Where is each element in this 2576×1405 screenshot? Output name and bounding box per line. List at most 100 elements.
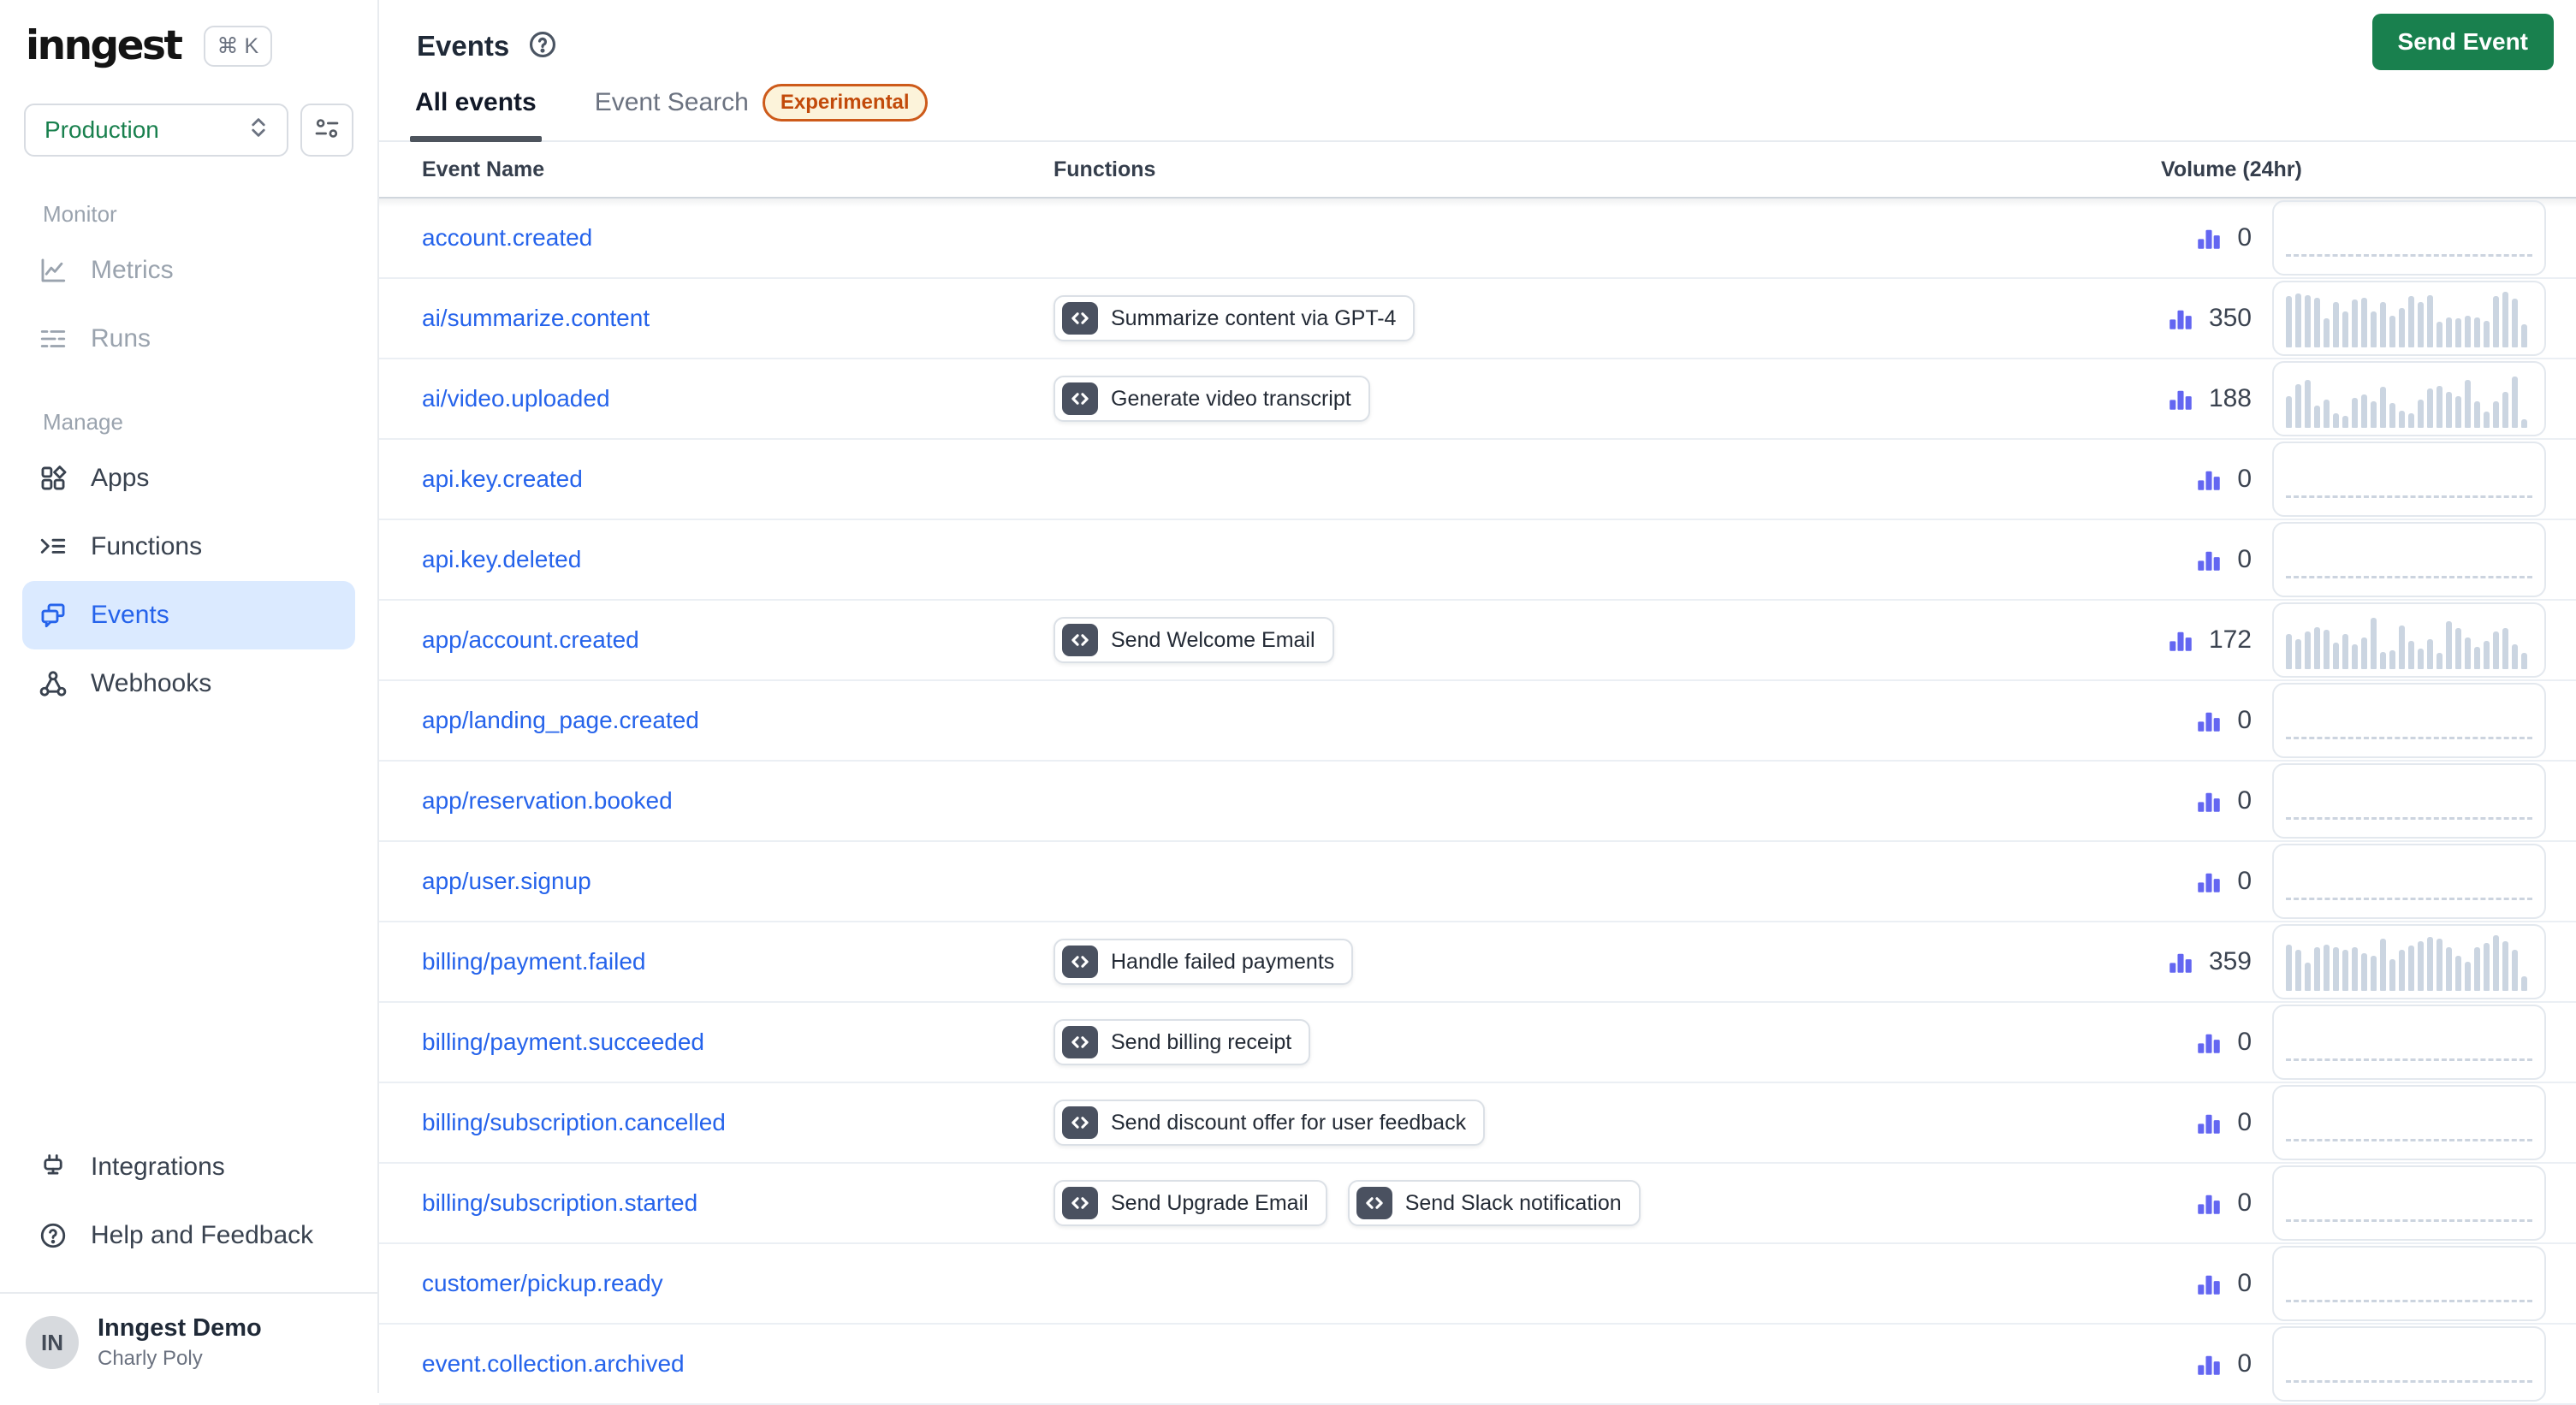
- sidebar-item-label: Runs: [91, 324, 151, 353]
- environment-settings-button[interactable]: [300, 104, 353, 157]
- event-name-link[interactable]: account.created: [422, 224, 592, 251]
- volume-count: 0: [2237, 545, 2252, 574]
- function-pill-label: Send Welcome Email: [1111, 628, 1315, 653]
- help-circle-icon: [38, 1221, 68, 1250]
- volume-sparkline: [2272, 281, 2546, 356]
- volume-count: 188: [2209, 384, 2252, 413]
- table-row: billing/subscription.cancelled Send disco…: [379, 1083, 2576, 1164]
- apps-icon: [38, 464, 68, 493]
- volume-sparkline: [2272, 522, 2546, 597]
- runs-icon: [38, 324, 68, 353]
- event-name-link[interactable]: app/account.created: [422, 626, 639, 653]
- sidebar-item-events[interactable]: Events: [22, 581, 355, 649]
- bar-chart-icon: [2194, 1269, 2223, 1298]
- event-name-link[interactable]: billing/payment.failed: [422, 948, 646, 975]
- function-pill[interactable]: Send discount offer for user feedback: [1054, 1100, 1485, 1146]
- volume-count: 172: [2209, 625, 2252, 655]
- volume-sparkline: [2272, 1246, 2546, 1321]
- function-pill-label: Send billing receipt: [1111, 1030, 1291, 1055]
- help-circle-icon[interactable]: [526, 28, 559, 65]
- volume-count: 0: [2237, 1108, 2252, 1137]
- table-row: billing/payment.failed Handle failed paym…: [379, 922, 2576, 1003]
- avatar: IN: [26, 1316, 79, 1369]
- bar-chart-icon: [2194, 867, 2223, 896]
- volume-sparkline: [2272, 1326, 2546, 1402]
- volume-count: 0: [2237, 867, 2252, 896]
- function-pill[interactable]: Generate video transcript: [1054, 376, 1370, 422]
- bar-chart-icon: [2194, 1349, 2223, 1378]
- main-content: Events Send Event All events Event Searc…: [379, 0, 2576, 1393]
- tab-event-search[interactable]: Event Search Experimental: [590, 74, 933, 140]
- volume-sparkline: [2272, 442, 2546, 517]
- event-name-link[interactable]: api.key.created: [422, 465, 583, 492]
- volume-sparkline: [2272, 361, 2546, 436]
- metrics-icon: [38, 256, 68, 285]
- sidebar-item-label: Events: [91, 601, 169, 630]
- function-pill[interactable]: Send Slack notification: [1348, 1180, 1641, 1226]
- environment-select[interactable]: Production: [24, 104, 288, 157]
- event-name-link[interactable]: billing/subscription.cancelled: [422, 1109, 726, 1135]
- function-pill-label: Send Slack notification: [1405, 1191, 1622, 1216]
- code-icon: [1062, 946, 1098, 978]
- nav-section-monitor: Monitor: [0, 201, 377, 228]
- function-pill[interactable]: Handle failed payments: [1054, 939, 1353, 985]
- volume-sparkline: [2272, 602, 2546, 678]
- send-event-button[interactable]: Send Event: [2372, 14, 2554, 70]
- events-icon: [38, 601, 68, 630]
- chevron-up-down-icon: [246, 115, 271, 146]
- function-pill-label: Send discount offer for user feedback: [1111, 1111, 1466, 1135]
- bar-chart-icon: [2194, 1108, 2223, 1137]
- sidebar: inngest ⌘ K Production Monitor: [0, 0, 379, 1393]
- function-pill[interactable]: Send Upgrade Email: [1054, 1180, 1327, 1226]
- bar-chart-icon: [2166, 384, 2195, 413]
- function-pill[interactable]: Send Welcome Email: [1054, 617, 1334, 663]
- event-name-link[interactable]: billing/subscription.started: [422, 1189, 697, 1216]
- sidebar-item-apps[interactable]: Apps: [22, 444, 355, 513]
- table-row: app/reservation.booked0: [379, 762, 2576, 842]
- inngest-logo[interactable]: inngest: [26, 22, 181, 69]
- bar-chart-icon: [2194, 545, 2223, 574]
- tab-label: Event Search: [595, 88, 749, 117]
- nav-section-manage: Manage: [0, 409, 377, 436]
- plug-icon: [38, 1153, 68, 1182]
- sidebar-item-metrics[interactable]: Metrics: [22, 236, 355, 305]
- code-icon: [1062, 624, 1098, 656]
- sidebar-item-integrations[interactable]: Integrations: [22, 1133, 355, 1201]
- table-row: customer/pickup.ready0: [379, 1244, 2576, 1325]
- event-name-link[interactable]: app/landing_page.created: [422, 707, 699, 733]
- sidebar-item-label: Integrations: [91, 1153, 225, 1182]
- tab-label: All events: [415, 88, 537, 117]
- event-name-link[interactable]: ai/video.uploaded: [422, 385, 610, 412]
- code-icon: [1062, 302, 1098, 335]
- bar-chart-icon: [2194, 786, 2223, 815]
- volume-count: 350: [2209, 304, 2252, 333]
- function-pill[interactable]: Send billing receipt: [1054, 1019, 1310, 1065]
- user-menu[interactable]: IN Inngest Demo Charly Poly: [0, 1294, 377, 1393]
- user-name: Charly Poly: [98, 1347, 262, 1371]
- event-name-link[interactable]: app/user.signup: [422, 868, 591, 894]
- function-pill[interactable]: Summarize content via GPT-4: [1054, 295, 1415, 341]
- volume-sparkline: [2272, 1165, 2546, 1241]
- sidebar-item-webhooks[interactable]: Webhooks: [22, 649, 355, 718]
- event-name-link[interactable]: app/reservation.booked: [422, 787, 673, 814]
- code-icon: [1062, 1026, 1098, 1058]
- sidebar-item-runs[interactable]: Runs: [22, 305, 355, 373]
- table-row: account.created 0: [379, 199, 2576, 279]
- event-name-link[interactable]: api.key.deleted: [422, 546, 581, 572]
- event-name-link[interactable]: event.collection.archived: [422, 1350, 685, 1377]
- event-name-link[interactable]: ai/summarize.content: [422, 305, 650, 331]
- table-row: api.key.deleted 0: [379, 520, 2576, 601]
- volume-count: 0: [2237, 223, 2252, 252]
- tab-all-events[interactable]: All events: [410, 74, 542, 140]
- experimental-badge: Experimental: [763, 84, 928, 122]
- command-k-shortcut[interactable]: ⌘ K: [204, 26, 273, 67]
- sidebar-item-label: Webhooks: [91, 669, 211, 698]
- event-name-link[interactable]: billing/payment.succeeded: [422, 1029, 704, 1055]
- table-row: app/user.signup 0: [379, 842, 2576, 922]
- sidebar-item-help[interactable]: Help and Feedback: [22, 1201, 355, 1270]
- sidebar-item-functions[interactable]: Functions: [22, 513, 355, 581]
- sliders-icon: [313, 115, 341, 146]
- event-name-link[interactable]: customer/pickup.ready: [422, 1270, 663, 1296]
- volume-sparkline: [2272, 924, 2546, 999]
- column-header-functions: Functions: [1054, 157, 2161, 182]
